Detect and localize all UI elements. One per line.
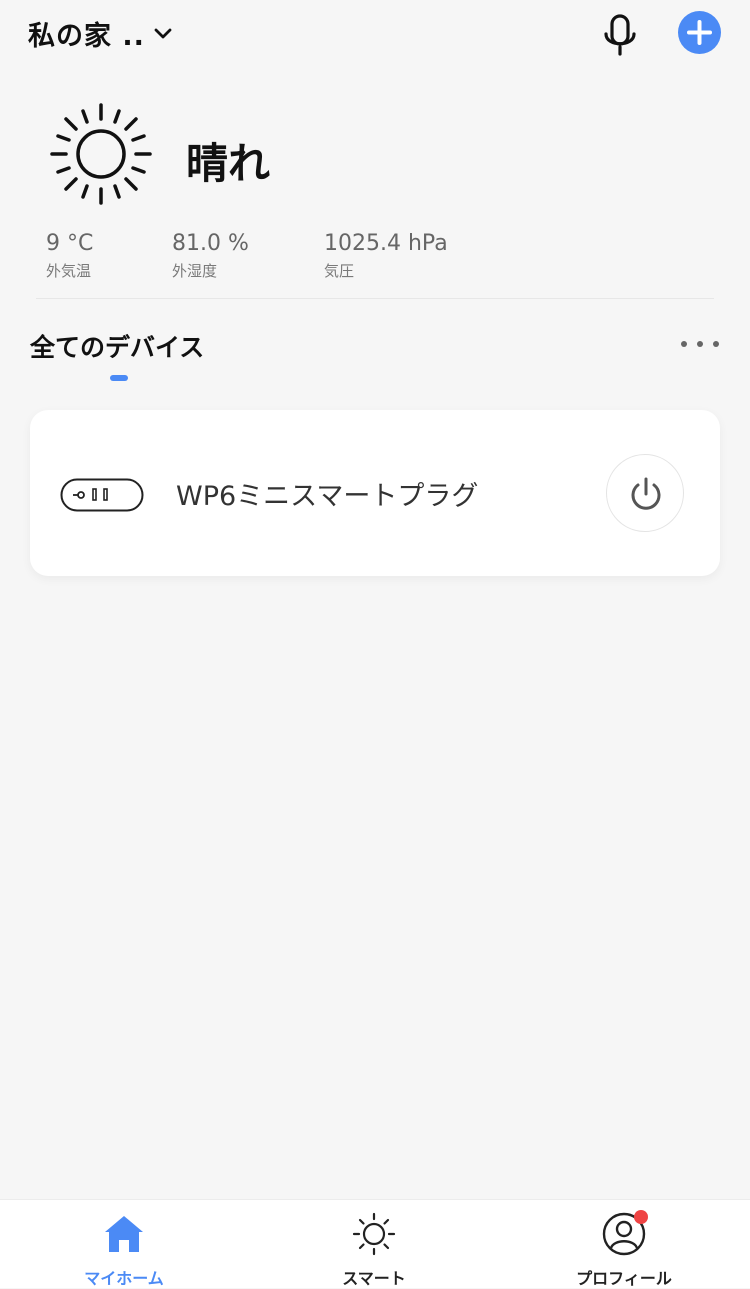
microphone-button[interactable]	[600, 12, 640, 56]
plus-icon	[687, 20, 712, 45]
weather-divider	[36, 298, 714, 299]
humidity-value: 81.0 %	[172, 231, 249, 256]
more-dot	[681, 341, 687, 347]
bottom-tab-bar: マイホーム スマート プロフィール	[0, 1199, 750, 1288]
temperature-stat: 9 °C 外気温	[46, 230, 93, 281]
active-tab-indicator	[110, 375, 128, 381]
device-card[interactable]: WP6ミニスマートプラグ	[30, 410, 720, 576]
header: 私の家 ..	[0, 0, 750, 70]
smart-plug-icon	[60, 478, 144, 512]
home-icon	[105, 1216, 143, 1252]
notification-badge	[634, 1210, 648, 1224]
power-button[interactable]	[606, 454, 684, 532]
humidity-label: 外湿度	[172, 262, 218, 280]
home-name: 私の家 ..	[28, 21, 145, 52]
power-icon	[631, 477, 661, 510]
temperature-value: 9 °C	[46, 231, 94, 256]
chevron-down-icon	[154, 28, 172, 38]
more-options-button[interactable]	[681, 336, 719, 352]
microphone-icon	[604, 14, 636, 56]
tab-profile[interactable]: プロフィール	[544, 1200, 704, 1288]
add-device-button[interactable]	[678, 11, 721, 54]
pressure-label: 気圧	[324, 262, 355, 280]
home-selector[interactable]: 私の家 ..	[28, 14, 173, 53]
all-devices-tab[interactable]: 全てのデバイス	[30, 328, 204, 364]
tab-smart-label: スマート	[342, 1269, 406, 1288]
tab-smart[interactable]: スマート	[294, 1200, 454, 1288]
weather-condition: 晴れ	[186, 139, 271, 188]
tab-profile-label: プロフィール	[576, 1269, 672, 1288]
device-name: WP6ミニスマートプラグ	[176, 481, 479, 512]
tab-my-home[interactable]: マイホーム	[44, 1200, 204, 1288]
pressure-value: 1025.4 hPa	[324, 231, 448, 256]
more-dot	[697, 341, 703, 347]
sun-icon	[50, 103, 152, 205]
tab-my-home-label: マイホーム	[84, 1269, 164, 1288]
humidity-stat: 81.0 % 外湿度	[172, 230, 249, 281]
temperature-label: 外気温	[46, 262, 92, 280]
pressure-stat: 1025.4 hPa 気圧	[324, 230, 448, 281]
more-dot	[713, 341, 719, 347]
sun-icon	[352, 1212, 396, 1256]
